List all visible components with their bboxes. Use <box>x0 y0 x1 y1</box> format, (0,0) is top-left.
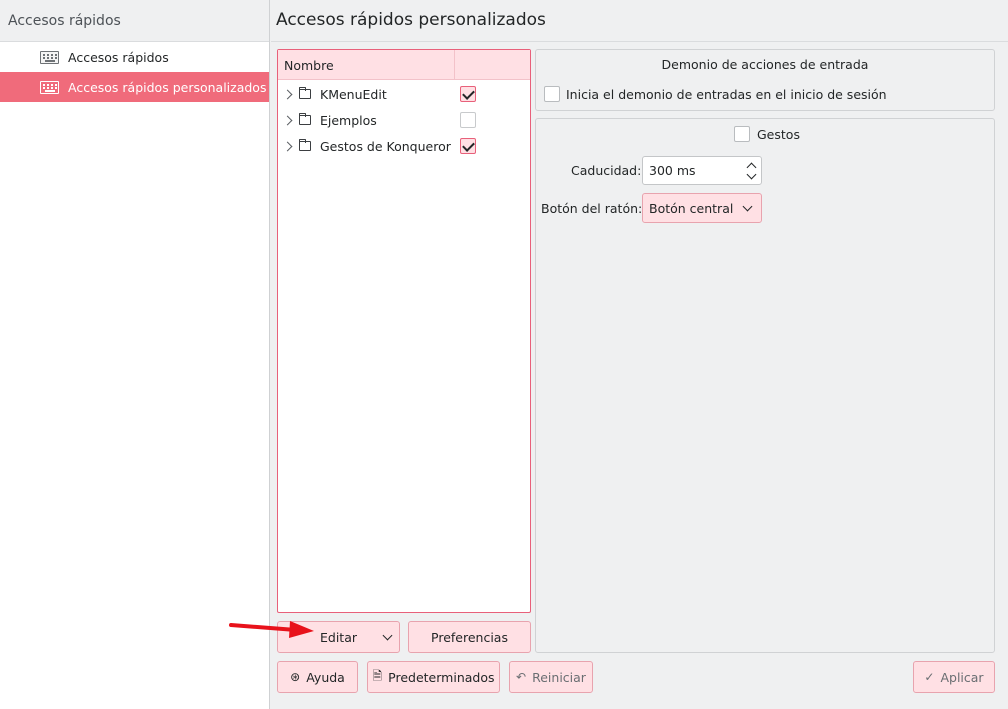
edit-button-label: Editar <box>319 629 357 645</box>
start-daemon-label[interactable]: Inicia el demonio de entradas en el inic… <box>566 87 887 102</box>
document-icon: 🗎 <box>372 668 383 683</box>
help-icon: ⊛ <box>290 670 301 684</box>
chevron-down-icon <box>382 630 393 641</box>
column-divider <box>454 50 455 80</box>
gestures-label[interactable]: Gestos <box>757 127 800 142</box>
tree-row-label: Gestos de Konqueror <box>320 138 451 154</box>
expand-chevron-icon[interactable] <box>283 89 293 99</box>
reset-button[interactable]: ↶ Reiniciar <box>509 661 593 693</box>
timeout-label: Caducidad: <box>571 163 642 178</box>
mouse-button-value: Botón central <box>649 201 734 216</box>
tree-row-gestos-konqueror[interactable]: Gestos de Konqueror <box>278 133 530 159</box>
expand-chevron-icon[interactable] <box>283 141 293 151</box>
gestures-checkbox[interactable] <box>734 126 750 142</box>
folder-icon <box>299 113 311 125</box>
enable-checkbox[interactable] <box>460 112 476 128</box>
expand-chevron-icon[interactable] <box>283 115 293 125</box>
sidebar: Accesos rápidos Accesos rápidos Accesos … <box>0 0 270 709</box>
sidebar-header: Accesos rápidos <box>0 0 269 42</box>
tree-row-kmenuedit[interactable]: KMenuEdit <box>278 81 530 107</box>
undo-icon: ↶ <box>516 670 527 684</box>
tree-row-label: KMenuEdit <box>320 86 387 102</box>
mouse-button-label: Botón del ratón: <box>541 201 643 216</box>
title-divider <box>271 41 1008 42</box>
chevron-down-icon[interactable] <box>746 169 757 180</box>
apply-button-label: Aplicar <box>940 669 984 685</box>
keyboard-icon <box>40 50 59 64</box>
input-daemon-title: Demonio de acciones de entrada <box>661 57 869 72</box>
timeout-spinbox[interactable]: 300 ms <box>642 156 762 185</box>
sidebar-item-label: Accesos rápidos <box>68 49 169 65</box>
enable-checkbox[interactable] <box>460 138 476 154</box>
column-header-name[interactable]: Nombre <box>284 58 334 73</box>
help-button[interactable]: ⊛ Ayuda <box>277 661 358 693</box>
tree-header: Nombre <box>278 50 530 80</box>
enable-checkbox[interactable] <box>460 86 476 102</box>
defaults-button-label: Predeterminados <box>388 669 495 685</box>
preferences-button[interactable]: Preferencias <box>408 621 531 653</box>
preferences-button-label: Preferencias <box>431 629 508 645</box>
page-title: Accesos rápidos personalizados <box>276 10 546 30</box>
folder-icon <box>299 87 311 99</box>
input-daemon-group: Demonio de acciones de entrada Inicia el… <box>535 49 995 111</box>
defaults-button[interactable]: 🗎 Predeterminados <box>367 661 500 693</box>
sidebar-item-label: Accesos rápidos personalizados <box>68 79 267 95</box>
tree-row-ejemplos[interactable]: Ejemplos <box>278 107 530 133</box>
keyboard-icon <box>40 80 59 94</box>
reset-button-label: Reiniciar <box>532 669 586 685</box>
timeout-value: 300 ms <box>649 163 696 178</box>
sidebar-item-accesos-rapidos-personalizados[interactable]: Accesos rápidos personalizados <box>0 72 269 102</box>
mouse-button-combo[interactable]: Botón central <box>642 193 762 223</box>
chevron-down-icon <box>742 201 753 212</box>
shortcut-tree[interactable]: Nombre KMenuEdit Ejemplos Gestos de Konq… <box>277 49 531 613</box>
checkmark-icon: ✓ <box>924 670 935 684</box>
folder-icon <box>299 139 311 151</box>
sidebar-item-accesos-rapidos[interactable]: Accesos rápidos <box>0 42 269 72</box>
start-daemon-checkbox[interactable] <box>544 86 560 102</box>
gestures-group <box>535 118 995 653</box>
tree-row-label: Ejemplos <box>320 112 377 128</box>
help-button-label: Ayuda <box>306 669 345 685</box>
apply-button[interactable]: ✓ Aplicar <box>913 661 995 693</box>
red-arrow-annotation <box>229 621 314 638</box>
